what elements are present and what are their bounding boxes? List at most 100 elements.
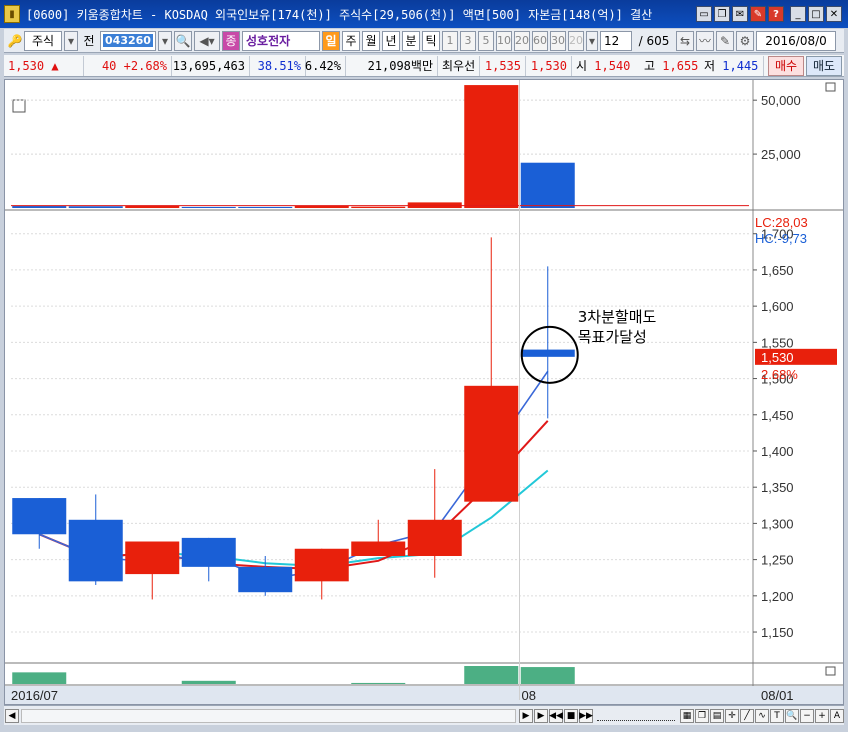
sub-indicator-bar bbox=[520, 667, 575, 684]
volume-bar bbox=[12, 206, 67, 208]
volume-bar bbox=[181, 206, 236, 208]
count-input[interactable]: 12 bbox=[600, 30, 632, 51]
buy-button[interactable]: 매수 bbox=[768, 55, 804, 76]
price-tag-pct: 2.68% bbox=[761, 367, 798, 382]
window-title: [0600] 키움종합차트 - KOSDAQ 외국인보유[174(천)] 주식수… bbox=[26, 7, 653, 22]
candle-body bbox=[407, 519, 462, 556]
volume-ratio: 38.51% bbox=[250, 55, 306, 76]
period-day[interactable]: 일 bbox=[322, 30, 340, 51]
trend-tool-icon[interactable]: ∿ bbox=[755, 708, 769, 723]
period-week[interactable]: 주 bbox=[342, 30, 360, 51]
help-button[interactable]: ? bbox=[768, 6, 784, 22]
price-tick-label: 1,250 bbox=[761, 553, 794, 568]
best-bid: 1,530 bbox=[526, 55, 572, 76]
annotation-line-1: 3차분할매도 bbox=[578, 308, 657, 326]
step-forward-button[interactable]: ▶▶ bbox=[579, 708, 593, 723]
volume-bar bbox=[520, 162, 575, 208]
market-dropdown-icon[interactable]: ▾ bbox=[64, 30, 78, 51]
candle-body bbox=[294, 548, 349, 582]
open-price: 시 1,540 bbox=[576, 58, 631, 74]
chart-toolbar: 🔑 주식 ▾ 전 043260 ▾ 🔍 ◀▾ 종 성호전자 일 주 월 년 분 … bbox=[4, 29, 844, 53]
stop-button[interactable]: ■ bbox=[564, 708, 578, 723]
interval-30[interactable]: 30 bbox=[550, 30, 566, 51]
date-input[interactable]: 2016/08/0 bbox=[756, 30, 836, 51]
price-tick-label: 1,150 bbox=[761, 625, 794, 640]
volume-bar bbox=[464, 85, 519, 208]
period-tick[interactable]: 틱 bbox=[422, 30, 440, 51]
step-back-button[interactable]: ◀◀ bbox=[549, 708, 563, 723]
interval-60[interactable]: 60 bbox=[532, 30, 548, 51]
tools-icon[interactable]: ⇆ bbox=[676, 30, 694, 51]
jung-badge: 종 bbox=[222, 30, 240, 51]
low-price: 저 1,445 bbox=[700, 55, 764, 76]
font-size-icon[interactable]: A bbox=[830, 708, 844, 723]
gear-icon[interactable]: ⚙ bbox=[736, 30, 754, 51]
interval-custom[interactable]: 20 bbox=[568, 30, 584, 51]
price-tick-label: 1,450 bbox=[761, 408, 794, 423]
best-ask: 1,535 bbox=[480, 55, 526, 76]
sub-indicator-bar bbox=[12, 672, 67, 684]
interval-5[interactable]: 5 bbox=[478, 30, 494, 51]
sub-panel-close-icon bbox=[825, 666, 836, 676]
turnover: 6.42% bbox=[305, 55, 346, 76]
app-icon: ▮ bbox=[4, 5, 20, 23]
zoom-out-icon[interactable]: − bbox=[800, 708, 814, 723]
settings-key-icon[interactable]: 🔑 bbox=[8, 31, 23, 51]
sell-button[interactable]: 매도 bbox=[806, 55, 842, 76]
price-tick-label: 1,400 bbox=[761, 444, 794, 459]
chart-type-icon[interactable]: 〰 bbox=[696, 30, 714, 51]
line-tool-icon[interactable]: ╱ bbox=[740, 708, 754, 723]
speaker-icon[interactable]: ◀▾ bbox=[194, 30, 220, 51]
interval-dropdown-icon[interactable]: ▾ bbox=[586, 30, 598, 51]
minimize-button[interactable]: _ bbox=[790, 6, 806, 22]
period-minute[interactable]: 분 bbox=[402, 30, 420, 51]
maximize-button[interactable]: □ bbox=[808, 6, 824, 22]
zoom-icon[interactable]: 🔍 bbox=[785, 708, 799, 723]
panel-grid-icon bbox=[12, 99, 26, 113]
chart-area[interactable]: 50,000 25,000 1,700 1,650 1,600 1,550 1,500 1,4… bbox=[4, 79, 844, 705]
period-year[interactable]: 년 bbox=[382, 30, 400, 51]
scroll-left-button[interactable]: ◀ bbox=[5, 708, 19, 723]
volume-tick-label: 25,000 bbox=[761, 147, 801, 162]
market-select[interactable]: 주식 bbox=[24, 30, 62, 51]
interval-10[interactable]: 10 bbox=[496, 30, 512, 51]
high-price: 고 1,655 bbox=[644, 58, 699, 74]
period-month[interactable]: 월 bbox=[362, 30, 380, 51]
grid-icon[interactable]: ▤ bbox=[710, 708, 724, 723]
horizontal-scrollbar[interactable] bbox=[21, 708, 516, 723]
date-axis-bg bbox=[5, 686, 843, 704]
lc-label: LC:28,03 bbox=[755, 215, 808, 230]
annotation-line-2: 목표가달성 bbox=[578, 328, 647, 346]
volume-bar bbox=[68, 206, 123, 208]
scroll-right-button[interactable]: ▶ bbox=[519, 708, 533, 723]
zoom-in-icon[interactable]: + bbox=[815, 708, 829, 723]
trade-amount: 21,098백만 bbox=[346, 55, 438, 76]
stock-code-input[interactable]: 043260 bbox=[100, 30, 156, 51]
window-cascade-icon[interactable]: ❐ bbox=[714, 6, 730, 22]
sub-indicator-bar bbox=[351, 682, 406, 684]
copy-icon[interactable]: ❐ bbox=[695, 708, 709, 723]
candle-body bbox=[238, 566, 293, 593]
price-tick-label: 1,350 bbox=[761, 480, 794, 495]
window-mail-icon[interactable]: ✉ bbox=[732, 6, 748, 22]
interval-1[interactable]: 1 bbox=[442, 30, 458, 51]
window-pen-icon[interactable]: ✎ bbox=[750, 6, 766, 22]
play-button[interactable]: ▶ bbox=[534, 708, 548, 723]
layout-icon[interactable]: ▦ bbox=[680, 708, 694, 723]
candle-body bbox=[68, 519, 123, 582]
edit-icon[interactable]: ✎ bbox=[716, 30, 734, 51]
panel-close-icon bbox=[825, 82, 836, 92]
interval-20[interactable]: 20 bbox=[514, 30, 530, 51]
crosshair-icon[interactable]: ✛ bbox=[725, 708, 739, 723]
speed-slider[interactable] bbox=[597, 711, 675, 721]
text-tool-icon[interactable]: T bbox=[770, 708, 784, 723]
stock-name: 성호전자 bbox=[242, 30, 320, 51]
volume-bar bbox=[351, 206, 406, 208]
interval-3[interactable]: 3 bbox=[460, 30, 476, 51]
chart-svg[interactable]: 50,00025,0001,7001,6501,6001,5501,5001,4… bbox=[5, 80, 843, 704]
code-dropdown-icon[interactable]: ▾ bbox=[158, 30, 172, 51]
search-icon[interactable]: 🔍 bbox=[174, 30, 192, 51]
date-label-mid: 08 bbox=[522, 688, 536, 703]
window-tile-icon[interactable]: ▭ bbox=[696, 6, 712, 22]
close-button[interactable]: ✕ bbox=[826, 6, 842, 22]
